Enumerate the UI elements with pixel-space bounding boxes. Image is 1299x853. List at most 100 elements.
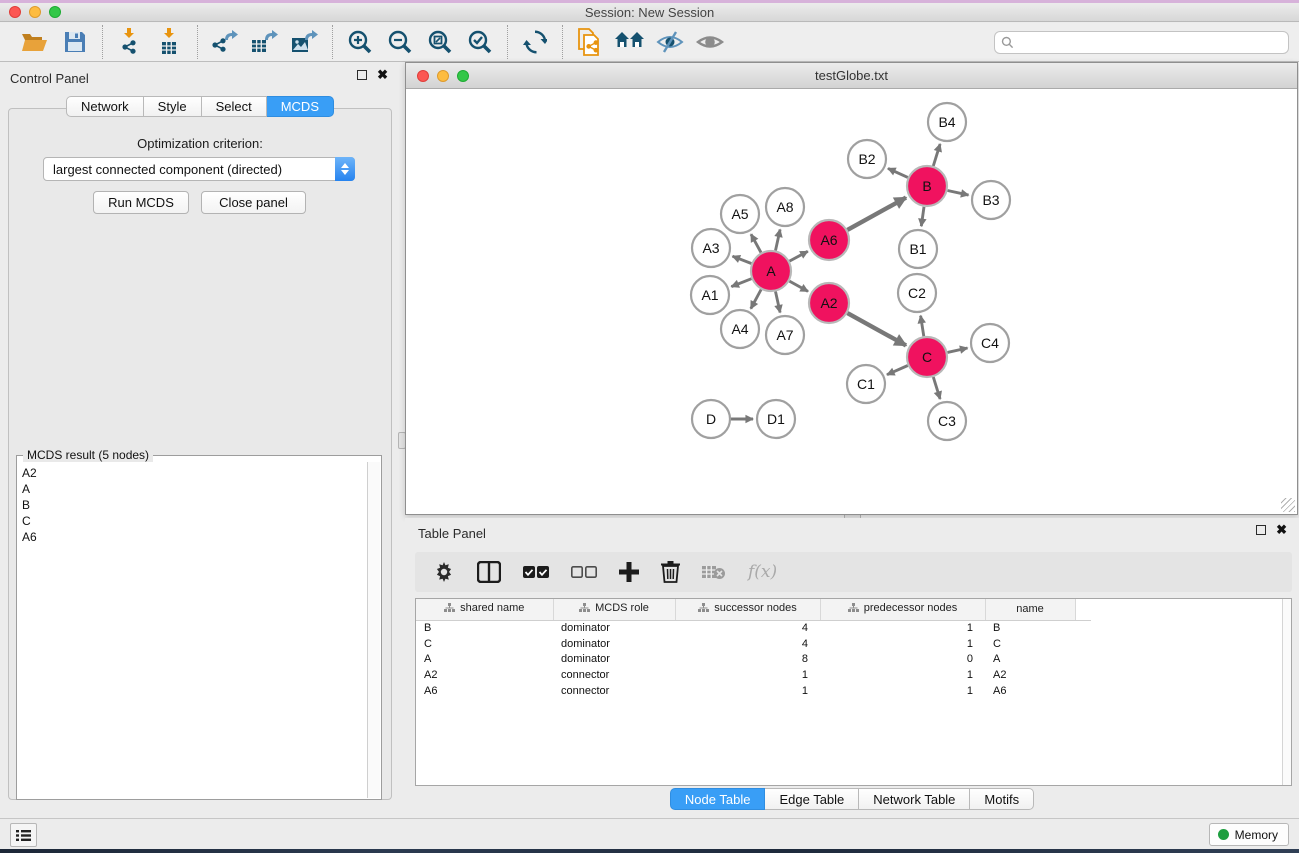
tab-node-table[interactable]: Node Table <box>670 788 766 810</box>
save-session-icon[interactable] <box>58 26 92 58</box>
cell[interactable]: A <box>416 651 553 667</box>
graph-node-A4[interactable]: A4 <box>721 310 759 348</box>
mcds-list-scrollbar[interactable] <box>367 462 380 798</box>
show-columns-icon[interactable] <box>477 559 501 585</box>
import-network-icon[interactable] <box>113 26 147 58</box>
table-row[interactable]: A6connector11A6 <box>416 683 1091 699</box>
column-header-shared-name[interactable]: shared name <box>416 599 553 620</box>
delete-columns-icon[interactable] <box>661 559 680 585</box>
cell[interactable]: 1 <box>820 620 985 636</box>
cell[interactable]: 8 <box>675 651 820 667</box>
window-resize-grip[interactable] <box>1281 498 1295 512</box>
mcds-result-item[interactable]: A6 <box>22 529 363 545</box>
select-all-checks-icon[interactable] <box>523 559 549 585</box>
cell[interactable]: 1 <box>820 683 985 699</box>
graph-node-D[interactable]: D <box>692 400 730 438</box>
home-icon[interactable] <box>613 26 647 58</box>
tab-select[interactable]: Select <box>202 96 267 117</box>
export-image-icon[interactable] <box>288 26 322 58</box>
cell[interactable]: 1 <box>675 667 820 683</box>
refresh-icon[interactable] <box>518 26 552 58</box>
memory-button[interactable]: Memory <box>1209 823 1289 846</box>
cell[interactable]: B <box>416 620 553 636</box>
column-header-predecessor-nodes[interactable]: predecessor nodes <box>820 599 985 620</box>
hide-eye-icon[interactable] <box>653 26 687 58</box>
graph-node-C4[interactable]: C4 <box>971 324 1009 362</box>
float-panel-icon[interactable] <box>357 70 367 80</box>
table-row[interactable]: Cdominator41C <box>416 636 1091 652</box>
run-mcds-button[interactable]: Run MCDS <box>93 191 189 214</box>
tab-mcds[interactable]: MCDS <box>267 96 334 117</box>
column-header-name[interactable]: name <box>985 599 1075 620</box>
export-network-icon[interactable] <box>208 26 242 58</box>
graph-node-A5[interactable]: A5 <box>721 195 759 233</box>
tab-style[interactable]: Style <box>144 96 202 117</box>
table-scrollbar[interactable] <box>1282 599 1291 785</box>
cell[interactable]: 4 <box>675 636 820 652</box>
zoom-in-icon[interactable] <box>343 26 377 58</box>
graph-node-A3[interactable]: A3 <box>692 229 730 267</box>
graph-node-B3[interactable]: B3 <box>972 181 1010 219</box>
settings-gear-icon[interactable] <box>433 559 455 585</box>
cell[interactable]: 0 <box>820 651 985 667</box>
cell[interactable]: dominator <box>553 651 675 667</box>
cell[interactable]: B <box>985 620 1075 636</box>
cell[interactable]: C <box>985 636 1075 652</box>
close-table-panel-icon[interactable]: ✖ <box>1276 525 1287 535</box>
graph-node-A[interactable]: A <box>751 251 791 291</box>
tab-network[interactable]: Network <box>66 96 144 117</box>
cell[interactable]: connector <box>553 683 675 699</box>
column-header-MCDS-role[interactable]: MCDS role <box>553 599 675 620</box>
graph-node-B4[interactable]: B4 <box>928 103 966 141</box>
graph-node-C3[interactable]: C3 <box>928 402 966 440</box>
tab-edge-table[interactable]: Edge Table <box>765 788 859 810</box>
cell[interactable]: 1 <box>675 683 820 699</box>
criterion-dropdown[interactable]: largest connected component (directed) <box>43 157 355 181</box>
close-panel-button[interactable]: Close panel <box>201 191 306 214</box>
graph-node-B[interactable]: B <box>907 166 947 206</box>
graph-node-B2[interactable]: B2 <box>848 140 886 178</box>
graph-node-A2[interactable]: A2 <box>809 283 849 323</box>
float-table-panel-icon[interactable] <box>1256 525 1266 535</box>
mcds-result-item[interactable]: C <box>22 513 363 529</box>
zoom-out-icon[interactable] <box>383 26 417 58</box>
network-canvas[interactable]: B4B2BB3A8A5A6A3B1AC2A1A2A4A7C4CC1DD1C3 <box>406 90 1297 514</box>
table-row[interactable]: Bdominator41B <box>416 620 1091 636</box>
clear-all-checks-icon[interactable] <box>571 559 597 585</box>
cell[interactable]: A6 <box>416 683 553 699</box>
search-input[interactable] <box>1019 36 1282 50</box>
cell[interactable]: A2 <box>416 667 553 683</box>
clone-network-icon[interactable] <box>573 26 607 58</box>
close-panel-icon[interactable]: ✖ <box>377 70 388 80</box>
table-row[interactable]: Adominator80A <box>416 651 1091 667</box>
search-box[interactable] <box>994 31 1289 54</box>
graph-node-C1[interactable]: C1 <box>847 365 885 403</box>
mcds-result-item[interactable]: A2 <box>22 465 363 481</box>
cell[interactable]: A2 <box>985 667 1075 683</box>
graph-node-C2[interactable]: C2 <box>898 274 936 312</box>
cell[interactable]: 1 <box>820 636 985 652</box>
graph-node-B1[interactable]: B1 <box>899 230 937 268</box>
zoom-selected-icon[interactable] <box>463 26 497 58</box>
create-column-icon[interactable] <box>619 559 639 585</box>
cell[interactable]: connector <box>553 667 675 683</box>
zoom-fit-icon[interactable] <box>423 26 457 58</box>
graph-node-A1[interactable]: A1 <box>691 276 729 314</box>
graph-node-C[interactable]: C <box>907 337 947 377</box>
export-table-icon[interactable] <box>248 26 282 58</box>
tab-motifs[interactable]: Motifs <box>970 788 1034 810</box>
graph-node-A8[interactable]: A8 <box>766 188 804 226</box>
graph-node-A7[interactable]: A7 <box>766 316 804 354</box>
column-header-successor-nodes[interactable]: successor nodes <box>675 599 820 620</box>
task-history-button[interactable] <box>10 823 37 847</box>
cell[interactable]: 4 <box>675 620 820 636</box>
graph-node-A6[interactable]: A6 <box>809 220 849 260</box>
cell[interactable]: A <box>985 651 1075 667</box>
cell[interactable]: A6 <box>985 683 1075 699</box>
cell[interactable]: 1 <box>820 667 985 683</box>
mcds-result-item[interactable]: A <box>22 481 363 497</box>
mcds-result-item[interactable]: B <box>22 497 363 513</box>
import-table-icon[interactable] <box>153 26 187 58</box>
open-file-icon[interactable] <box>18 26 52 58</box>
table-row[interactable]: A2connector11A2 <box>416 667 1091 683</box>
